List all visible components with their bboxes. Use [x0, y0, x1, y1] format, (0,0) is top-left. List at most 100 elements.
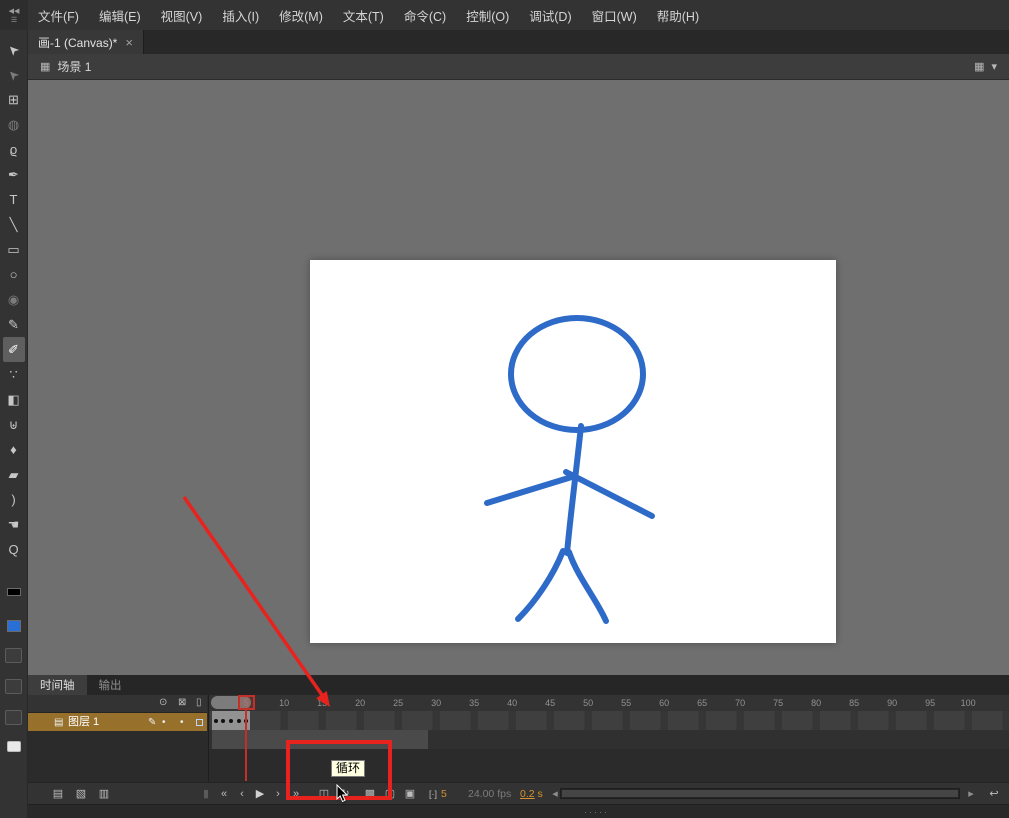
step-back-button[interactable]: ‹	[234, 786, 250, 802]
layer-lock-dot[interactable]: •	[180, 713, 184, 732]
elapsed-time-value[interactable]: 0.2	[520, 788, 535, 800]
pencil-tool[interactable]: ✎	[3, 312, 25, 337]
panel-splitter-handle[interactable]: ▮	[198, 786, 214, 802]
frame-rate-indicator[interactable]: 24.00 fps	[468, 788, 511, 800]
frame-ruler[interactable]: 5 10 15 20 25 30 35 40 45 50 55 60 65 70 75 80 85 90 95 100	[209, 695, 1009, 712]
paint-bucket-tool[interactable]: ◧	[3, 387, 25, 412]
tool-option-button-4[interactable]	[6, 741, 21, 752]
lasso-tool[interactable]: ϱ	[3, 137, 25, 162]
selection-tool[interactable]: ➤	[3, 37, 25, 62]
document-tab[interactable]: 画-1 (Canvas)* ×	[28, 30, 144, 54]
tab-timeline[interactable]: 时间轴	[28, 675, 87, 695]
current-frame-indicator[interactable]: 5	[441, 788, 447, 800]
pen-tool[interactable]: ✒	[3, 162, 25, 187]
subselection-tool[interactable]: ➤	[3, 62, 25, 87]
timeline-tab-bar: 时间轴 输出	[28, 675, 1009, 695]
go-to-first-frame-button[interactable]: «	[216, 786, 232, 802]
scrollbar-grip-dots[interactable]: ·····	[584, 806, 609, 818]
go-to-last-frame-button[interactable]: »	[288, 786, 304, 802]
edit-bar: ▦ 场景 1 ▦ ▾	[28, 54, 1009, 80]
menu-item[interactable]: 视图(V)	[151, 0, 213, 30]
timeline-menu-icon[interactable]: ↩	[986, 786, 1002, 802]
tool-option-button-3[interactable]	[5, 710, 22, 725]
brush-tool[interactable]: ✐	[2, 337, 25, 362]
keyframe-dot[interactable]	[213, 719, 218, 723]
edit-symbols-dropdown-icon[interactable]: ▾	[991, 60, 997, 73]
rectangle-tool[interactable]: ▭	[3, 237, 25, 262]
eraser-tool[interactable]: ▰	[3, 462, 25, 487]
line-tool[interactable]: ╲	[3, 212, 25, 237]
layer-name[interactable]: 图层 1	[68, 713, 99, 732]
menu-item[interactable]: 插入(I)	[212, 0, 269, 30]
playhead-handle[interactable]	[237, 695, 255, 710]
delete-layer-button[interactable]: ▥	[96, 786, 112, 802]
tool-list: ➤ ➤ ⊞ ◍ ϱ ✒ T ╲ ▭ ○ ◉ ✎ ✐ ∵ ◧ ⊎ ♦ ▰) ☚ Q	[2, 37, 25, 562]
timeline-scrollbar[interactable]	[560, 788, 960, 799]
panel-menu-icon[interactable]: ☰	[11, 16, 17, 24]
menu-item[interactable]: 命令(C)	[394, 0, 456, 30]
playhead-line[interactable]	[245, 709, 248, 781]
ruler-number: 60	[659, 698, 670, 708]
oval-tool[interactable]: ○	[3, 262, 25, 287]
pasteboard[interactable]	[28, 80, 1009, 675]
play-button[interactable]: ▶	[252, 786, 268, 802]
free-transform-tool[interactable]: ⊞	[3, 87, 25, 112]
layer-row[interactable]: ▤ 图层 1 ✎ • •	[28, 713, 207, 732]
width-tool[interactable]: )	[3, 487, 25, 512]
close-tab-icon[interactable]: ×	[125, 35, 133, 50]
elapsed-time-indicator[interactable]: 0.2 s	[520, 788, 543, 800]
layers-column: ⊙ ⊠ ▯ ▤ 图层 1 ✎ • •	[28, 695, 207, 782]
menu-item[interactable]: 编辑(E)	[89, 0, 151, 30]
menu-item[interactable]: 帮助(H)	[647, 0, 709, 30]
bottom-scrollbar-strip[interactable]: ·····	[28, 804, 1009, 818]
tool-option-button-1[interactable]	[5, 648, 22, 663]
ink-bottle-tool[interactable]: ⊎	[3, 412, 25, 437]
layer-visibility-dot[interactable]: •	[162, 713, 166, 732]
ruler-number: 75	[773, 698, 784, 708]
eyedropper-tool[interactable]: ♦	[3, 437, 25, 462]
keyframe-dot[interactable]	[236, 719, 241, 723]
keyframe-dot[interactable]	[229, 719, 233, 723]
onion-skin-outline-button[interactable]: ▢	[382, 786, 398, 802]
fill-color-swatch[interactable]	[6, 620, 21, 632]
layers-empty-area	[28, 731, 207, 782]
tool-panel: ➤ ➤ ⊞ ◍ ϱ ✒ T ╲ ▭ ○ ◉ ✎ ✐ ∵ ◧ ⊎ ♦ ▰) ☚ Q	[0, 30, 28, 818]
stage[interactable]	[310, 260, 836, 643]
layer-frames-row[interactable]	[209, 711, 1009, 730]
scene-label[interactable]: 场景 1	[57, 58, 91, 75]
spray-brush-tool[interactable]: ∵	[3, 362, 25, 387]
lock-column-icon[interactable]: ⊠	[178, 697, 186, 709]
new-folder-button[interactable]: ▧	[73, 786, 89, 802]
ruler-number: 95	[925, 698, 936, 708]
menu-item[interactable]: 文件(F)	[28, 0, 89, 30]
timeline-scroll-right-icon[interactable]: ▸	[963, 786, 979, 802]
center-frame-button[interactable]: ◫	[316, 786, 332, 802]
zoom-tool[interactable]: Q	[3, 537, 25, 562]
menu-item[interactable]: 修改(M)	[269, 0, 333, 30]
3d-rotation-tool[interactable]: ◍	[3, 112, 25, 137]
step-forward-button[interactable]: ›	[270, 786, 286, 802]
menu-item[interactable]: 调试(D)	[519, 0, 581, 30]
tab-output[interactable]: 输出	[87, 675, 134, 695]
collapse-dock-icon[interactable]: ◀◀	[9, 7, 20, 15]
menu-item[interactable]: 控制(O)	[456, 0, 519, 30]
loop-button[interactable]: ↻	[337, 786, 353, 802]
timeline-scrollbar-thumb[interactable]	[562, 790, 958, 797]
menu-item[interactable]: 窗口(W)	[582, 0, 647, 30]
menu-item[interactable]: 文本(T)	[333, 0, 394, 30]
ruler-number: 65	[697, 698, 708, 708]
edit-symbols-icon[interactable]: ▦	[974, 60, 984, 73]
layer-outline-color-swatch[interactable]	[196, 719, 203, 726]
edit-multiple-frames-button[interactable]: ▣	[402, 786, 418, 802]
new-layer-button[interactable]: ▤	[50, 786, 66, 802]
text-tool[interactable]: T	[3, 187, 25, 212]
outline-column-icon[interactable]: ▯	[196, 697, 202, 709]
primitive-oval-tool[interactable]: ◉	[3, 287, 25, 312]
empty-frames-row[interactable]	[209, 730, 1009, 749]
tool-option-button-2[interactable]	[5, 679, 22, 694]
stroke-color-swatch[interactable]	[6, 588, 21, 596]
hand-tool[interactable]: ☚	[3, 512, 25, 537]
ruler-number: 55	[621, 698, 632, 708]
show-hide-column-icon[interactable]: ⊙	[159, 697, 167, 709]
onion-skin-button[interactable]: ▩	[362, 786, 378, 802]
